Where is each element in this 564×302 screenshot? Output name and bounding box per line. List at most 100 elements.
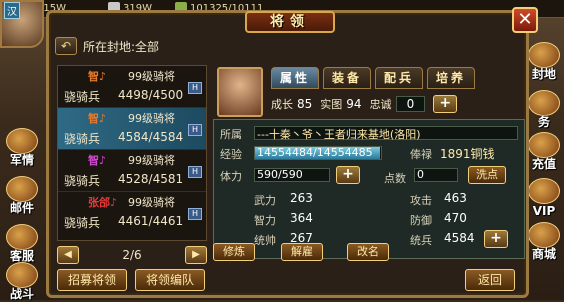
troop-count: 4584/4584 xyxy=(118,130,184,144)
generals-dialog: 将领 ✕ ↶ 所在封地:全部 智♪ 99级骑将 骁骑兵 4498/4500 H … xyxy=(46,7,538,298)
status-flag-icon: H xyxy=(188,208,202,220)
fief-button[interactable]: 封地 xyxy=(524,42,564,82)
location-text: 所在封地:全部 xyxy=(83,39,160,54)
vip-icon xyxy=(528,178,560,204)
defense-label: 防御 xyxy=(410,214,432,227)
troop-type: 骁骑兵 xyxy=(64,174,101,188)
general-list-item[interactable]: 智♪ 99级骑将 骁骑兵 4528/4581 H xyxy=(58,150,206,192)
salary-label: 俸禄 xyxy=(410,148,432,161)
faction-badge: 汉 xyxy=(4,2,20,19)
battle-button[interactable]: 战斗 xyxy=(2,262,42,302)
growth-value: 85 xyxy=(297,97,313,111)
troop-type: 骁骑兵 xyxy=(64,132,101,146)
location-filter: ↶ 所在封地:全部 xyxy=(55,37,159,55)
curved-arrow-icon: ↶ xyxy=(60,39,72,53)
left-arrow-icon: ◀ xyxy=(64,249,72,260)
filter-toggle-button[interactable]: ↶ xyxy=(55,37,77,55)
intel-label: 智力 xyxy=(254,214,276,227)
general-level: 99级骑将 xyxy=(128,112,175,125)
troop-type: 骁骑兵 xyxy=(64,216,101,230)
next-page-button[interactable]: ▶ xyxy=(185,246,207,264)
intel-value: 364 xyxy=(290,211,313,225)
tab-troops[interactable]: 配兵 xyxy=(375,67,423,89)
recharge-button[interactable]: 充值 xyxy=(524,132,564,172)
general-list-item[interactable]: 张郃♪ 99级骑将 骁骑兵 4461/4461 H xyxy=(58,192,206,234)
general-level: 99级骑将 xyxy=(128,70,175,83)
stamina-field: 590/590 xyxy=(254,168,330,182)
military-intel-button[interactable]: 军情 xyxy=(2,128,42,168)
troop-count: 4498/4500 xyxy=(118,88,184,102)
exp-label: 经验 xyxy=(220,148,242,161)
return-button[interactable]: 返回 xyxy=(465,269,515,291)
right-arrow-icon: ▶ xyxy=(192,249,200,260)
general-list-item-selected[interactable]: 智♪ 99级骑将 骁骑兵 4584/4584 H xyxy=(58,108,206,150)
general-level: 99级骑将 xyxy=(128,196,175,209)
general-list: 智♪ 99级骑将 骁骑兵 4498/4500 H 智♪ 99级骑将 骁骑兵 45… xyxy=(57,65,207,241)
general-portrait xyxy=(217,67,263,117)
troop-count: 4461/4461 xyxy=(118,214,184,228)
close-button[interactable]: ✕ xyxy=(512,7,538,33)
belong-value: ---十秦丶爷丶王者归来基地(洛阳) xyxy=(257,128,421,141)
exp-bar: 14554484/14554485 xyxy=(254,146,382,160)
exp-value: 14554484/14554485 xyxy=(257,146,373,159)
rename-button[interactable]: 改名 xyxy=(347,243,389,261)
recruit-general-button[interactable]: 招募将领 xyxy=(57,269,127,291)
detail-tabs: 属性 装备 配兵 培养 xyxy=(271,67,475,89)
combat-value: 94 xyxy=(346,97,362,111)
vip-button[interactable]: VIP xyxy=(524,178,564,218)
attributes-panel: 所属 ---十秦丶爷丶王者归来基地(洛阳) 经验 14554484/145544… xyxy=(213,119,525,259)
stamina-value: 590/590 xyxy=(257,168,303,181)
combat-label: 实图 xyxy=(320,98,343,111)
loyalty-label: 忠诚 xyxy=(369,98,392,111)
points-value: 0 xyxy=(417,168,424,181)
attack-value: 463 xyxy=(444,191,467,205)
left-side-menu: 军情 邮件 客服 战斗 xyxy=(0,18,46,302)
general-level: 99级骑将 xyxy=(128,154,175,167)
attack-label: 攻击 xyxy=(410,194,432,207)
list-pager: ◀ 2/6 ▶ xyxy=(57,245,207,265)
points-field: 0 xyxy=(414,168,458,182)
belong-field: ---十秦丶爷丶王者归来基地(洛阳) xyxy=(254,126,518,141)
troop-count: 4528/4581 xyxy=(118,172,184,186)
tab-attributes[interactable]: 属性 xyxy=(271,67,319,89)
dismiss-button[interactable]: 解雇 xyxy=(281,243,323,261)
stamina-label: 体力 xyxy=(220,170,242,183)
prev-page-button[interactable]: ◀ xyxy=(57,246,79,264)
status-flag-icon: H xyxy=(188,82,202,94)
general-name: 智♪ xyxy=(88,112,107,125)
status-flag-icon: H xyxy=(188,166,202,178)
points-label: 点数 xyxy=(384,172,406,185)
loyalty-value: 0 xyxy=(395,96,426,112)
task-button[interactable]: 务 xyxy=(524,90,564,130)
add-troops-button[interactable]: + xyxy=(484,230,508,248)
plus-icon: + xyxy=(439,95,452,111)
add-stamina-button[interactable]: + xyxy=(336,166,360,184)
general-list-item[interactable]: 智♪ 99级骑将 骁骑兵 4498/4500 H xyxy=(58,66,206,108)
command-label: 统帅 xyxy=(254,234,276,247)
force-label: 武力 xyxy=(254,194,276,207)
general-formation-button[interactable]: 将领编队 xyxy=(135,269,205,291)
growth-label: 成长 xyxy=(271,98,293,111)
tab-training[interactable]: 培养 xyxy=(427,67,475,89)
belong-label: 所属 xyxy=(220,128,242,141)
add-loyalty-button[interactable]: + xyxy=(433,95,458,113)
troops-value: 4584 xyxy=(444,231,475,245)
general-name: 智♪ xyxy=(88,154,107,167)
tab-equipment[interactable]: 装备 xyxy=(323,67,371,89)
status-flag-icon: H xyxy=(188,124,202,136)
shop-button[interactable]: 商城 xyxy=(524,222,564,262)
growth-stats: 成长 85 实图 94 忠诚 0 + xyxy=(271,95,458,113)
plus-icon: + xyxy=(490,230,502,246)
customer-service-button[interactable]: 客服 xyxy=(2,224,42,264)
defense-value: 470 xyxy=(444,211,467,225)
troops-label: 统兵 xyxy=(410,234,432,247)
general-name: 智♪ xyxy=(88,70,107,83)
wash-points-button[interactable]: 洗点 xyxy=(468,166,506,184)
dialog-title: 将领 xyxy=(245,11,335,33)
plus-icon: + xyxy=(342,166,354,182)
train-button[interactable]: 修炼 xyxy=(213,243,255,261)
mail-button[interactable]: 邮件 xyxy=(2,176,42,216)
salary-value: 1891铜钱 xyxy=(440,147,495,161)
force-value: 263 xyxy=(290,191,313,205)
page-indicator: 2/6 xyxy=(122,248,142,262)
